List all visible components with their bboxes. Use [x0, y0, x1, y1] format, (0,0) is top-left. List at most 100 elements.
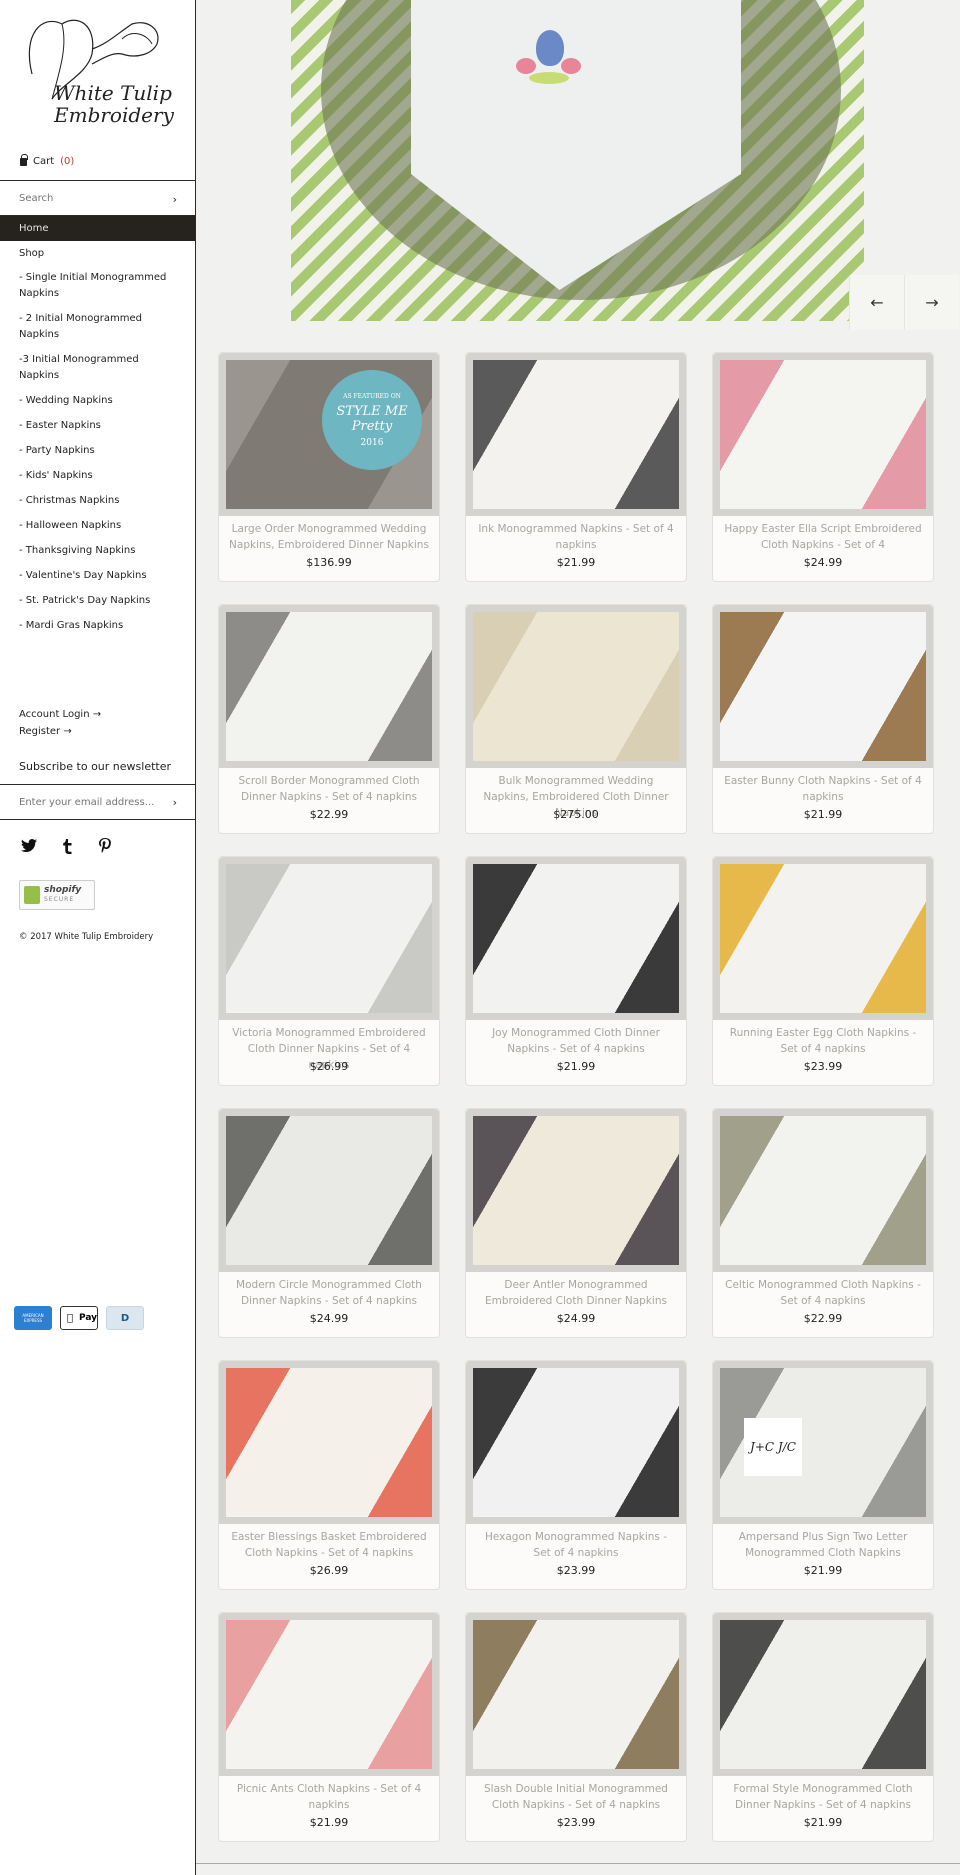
pinterest-icon[interactable] — [95, 836, 115, 856]
twitter-icon[interactable] — [19, 836, 39, 856]
product-image[interactable] — [226, 612, 432, 761]
nav-item[interactable]: - Kids' Napkins — [0, 464, 195, 489]
product-title[interactable]: Ampersand Plus Sign Two Letter Monogramm… — [723, 1529, 923, 1561]
product-card[interactable]: Ink Monogrammed Napkins - Set of 4 napki… — [465, 352, 687, 582]
nav-item[interactable]: - Party Napkins — [0, 439, 195, 464]
product-title[interactable]: Running Easter Egg Cloth Napkins - Set o… — [723, 1025, 923, 1057]
nav-item[interactable]: - Single Initial Monogrammed Napkins — [0, 266, 195, 307]
product-card[interactable]: Easter Blessings Basket Embroidered Clot… — [218, 1360, 440, 1590]
hero-leaves — [529, 72, 569, 84]
search-input[interactable] — [0, 181, 150, 215]
product-price: $24.99 — [556, 1312, 596, 1325]
product-card[interactable]: Hexagon Monogrammed Napkins - Set of 4 n… — [465, 1360, 687, 1590]
product-card[interactable]: Slash Double Initial Monogrammed Cloth N… — [465, 1612, 687, 1842]
product-title[interactable]: Picnic Ants Cloth Napkins - Set of 4 nap… — [229, 1781, 429, 1813]
search-submit-icon[interactable]: › — [173, 193, 177, 206]
account-login-link[interactable]: Account Login → — [19, 706, 101, 723]
product-price: $21.99 — [803, 808, 843, 821]
product-card[interactable]: J+C J/C Ampersand Plus Sign Two Letter Mo… — [712, 1360, 934, 1590]
product-card[interactable]: Easter Bunny Cloth Napkins - Set of 4 na… — [712, 604, 934, 834]
white-tulip-logo[interactable]: White Tulip Embroidery — [22, 4, 174, 144]
nav-item[interactable]: - Thanksgiving Napkins — [0, 539, 195, 564]
product-image[interactable] — [226, 1116, 432, 1265]
product-price: $21.99 — [803, 1564, 843, 1577]
featured-badge-year: 2016 — [360, 437, 384, 448]
product-card[interactable]: Modern Circle Monogrammed Cloth Dinner N… — [218, 1108, 440, 1338]
product-title[interactable]: Ink Monogrammed Napkins - Set of 4 napki… — [476, 521, 676, 553]
cart-link[interactable]: Cart (0) — [20, 153, 74, 167]
product-card[interactable]: Running Easter Egg Cloth Napkins - Set o… — [712, 856, 934, 1086]
tumblr-icon[interactable] — [57, 836, 77, 856]
product-image[interactable] — [473, 1368, 679, 1517]
prev-arrow-icon[interactable]: ← — [849, 275, 904, 330]
product-title[interactable]: Happy Easter Ella Script Embroidered Clo… — [723, 521, 923, 553]
nav-item[interactable]: - Mardi Gras Napkins — [0, 614, 195, 639]
product-image[interactable] — [226, 864, 432, 1013]
product-image[interactable] — [720, 612, 926, 761]
product-image[interactable] — [473, 1620, 679, 1769]
product-card[interactable]: Celtic Monogrammed Cloth Napkins - Set o… — [712, 1108, 934, 1338]
register-link[interactable]: Register → — [19, 723, 101, 740]
monogram-card: J+C J/C — [744, 1418, 802, 1476]
product-image[interactable] — [720, 1620, 926, 1769]
copyright: © 2017 White Tulip Embroidery — [19, 932, 154, 942]
product-title[interactable]: Large Order Monogrammed Wedding Napkins,… — [229, 521, 429, 553]
nav-item[interactable]: - St. Patrick's Day Napkins — [0, 589, 195, 614]
email-field[interactable] — [0, 785, 160, 819]
nav-item[interactable]: - Easter Napkins — [0, 414, 195, 439]
product-card[interactable]: Formal Style Monogrammed Cloth Dinner Na… — [712, 1612, 934, 1842]
product-price: $21.99 — [803, 1816, 843, 1829]
product-title[interactable]: Easter Blessings Basket Embroidered Clot… — [229, 1529, 429, 1561]
product-image[interactable] — [226, 1368, 432, 1517]
product-card[interactable]: Happy Easter Ella Script Embroidered Clo… — [712, 352, 934, 582]
product-card[interactable]: AS FEATURED ON STYLE ME Pretty 2016 Large O… — [218, 352, 440, 582]
nav-item[interactable]: - Halloween Napkins — [0, 514, 195, 539]
main-nav: Home Shop - Single Initial Monogrammed N… — [0, 216, 195, 639]
hero-slideshow[interactable] — [291, 0, 864, 321]
product-title[interactable]: Slash Double Initial Monogrammed Cloth N… — [476, 1781, 676, 1813]
nav-item[interactable]: -3 Initial Monogrammed Napkins — [0, 348, 195, 389]
social-links — [19, 836, 115, 856]
product-image[interactable]: AS FEATURED ON STYLE ME Pretty 2016 — [226, 360, 432, 509]
product-title[interactable]: Hexagon Monogrammed Napkins - Set of 4 n… — [476, 1529, 676, 1561]
product-card[interactable]: Picnic Ants Cloth Napkins - Set of 4 nap… — [218, 1612, 440, 1842]
nav-item[interactable]: - Wedding Napkins — [0, 389, 195, 414]
nav-item[interactable]: - Valentine's Day Napkins — [0, 564, 195, 589]
product-image[interactable] — [720, 864, 926, 1013]
product-card[interactable]: Victoria Monogrammed Embroidered Cloth D… — [218, 856, 440, 1086]
product-card[interactable]: Bulk Monogrammed Wedding Napkins, Embroi… — [465, 604, 687, 834]
product-title[interactable]: Modern Circle Monogrammed Cloth Dinner N… — [229, 1277, 429, 1309]
product-image[interactable] — [473, 1116, 679, 1265]
nav-home[interactable]: Home — [0, 216, 195, 241]
product-image[interactable] — [226, 1620, 432, 1769]
product-title[interactable]: Scroll Border Monogrammed Cloth Dinner N… — [229, 773, 429, 805]
hero-egg-embroidery — [536, 30, 564, 66]
shopify-secure-badge: shopify SECURE — [19, 880, 95, 910]
product-image[interactable] — [720, 360, 926, 509]
next-arrow-icon[interactable]: → — [904, 275, 959, 330]
featured-badge: AS FEATURED ON STYLE ME Pretty 2016 — [322, 370, 422, 470]
product-image[interactable] — [720, 1116, 926, 1265]
nav-item[interactable]: - 2 Initial Monogrammed Napkins — [0, 307, 195, 348]
product-title[interactable]: Easter Bunny Cloth Napkins - Set of 4 na… — [723, 773, 923, 805]
product-title[interactable]: Formal Style Monogrammed Cloth Dinner Na… — [723, 1781, 923, 1813]
product-title[interactable]: Celtic Monogrammed Cloth Napkins - Set o… — [723, 1277, 923, 1309]
nav-item[interactable]: - Christmas Napkins — [0, 489, 195, 514]
newsletter-submit-icon[interactable]: › — [173, 796, 177, 809]
product-image[interactable] — [473, 360, 679, 509]
product-card[interactable]: Joy Monogrammed Cloth Dinner Napkins - S… — [465, 856, 687, 1086]
svg-text:Embroidery: Embroidery — [53, 103, 174, 127]
diners-club-icon: D — [106, 1306, 144, 1330]
product-price: $23.99 — [803, 1060, 843, 1073]
slideshow-controls: ← → — [849, 275, 959, 330]
sidebar: White Tulip Embroidery Cart (0) › Home S… — [0, 0, 196, 1875]
product-card[interactable]: Scroll Border Monogrammed Cloth Dinner N… — [218, 604, 440, 834]
nav-shop[interactable]: Shop — [0, 241, 195, 266]
product-image[interactable] — [473, 612, 679, 761]
product-card[interactable]: Deer Antler Monogrammed Embroidered Clot… — [465, 1108, 687, 1338]
product-image[interactable] — [473, 864, 679, 1013]
product-title[interactable]: Joy Monogrammed Cloth Dinner Napkins - S… — [476, 1025, 676, 1057]
product-image[interactable]: J+C J/C — [720, 1368, 926, 1517]
amex-label: AMERICAN EXPRESS — [22, 1313, 44, 1323]
product-title[interactable]: Deer Antler Monogrammed Embroidered Clot… — [476, 1277, 676, 1309]
